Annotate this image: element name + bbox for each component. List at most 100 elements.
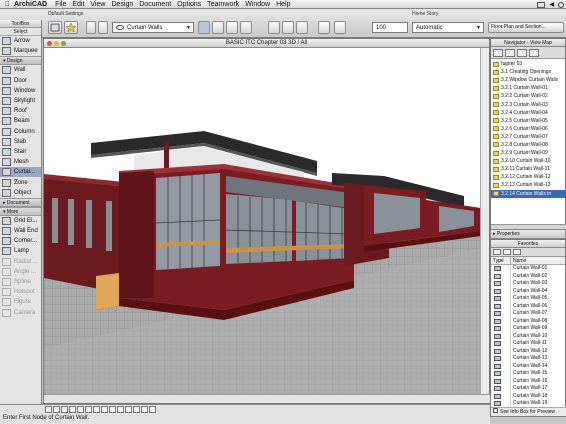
favorite-item[interactable]: Curtain Wall-07 (511, 310, 565, 318)
tool-camera[interactable]: Camera (0, 308, 41, 318)
next-tool-button[interactable] (98, 21, 108, 34)
menu-options[interactable]: Options (177, 1, 207, 8)
favorite-item[interactable]: Curtain Wall-06 (511, 303, 565, 311)
tool-spline[interactable]: Spline (0, 277, 41, 287)
menu-file[interactable]: File (55, 1, 72, 8)
favorite-item[interactable]: Curtain Wall-16 (511, 378, 565, 386)
settings-dialog-button[interactable] (48, 21, 62, 34)
geometry-method-button[interactable] (198, 21, 210, 34)
menu-teamwork[interactable]: Teamwork (207, 1, 245, 8)
project-map-icon[interactable] (493, 49, 503, 57)
tool-selector[interactable]: Curtain Walls ▼ (112, 22, 194, 33)
3d-model-view[interactable] (44, 48, 481, 395)
name-column-header[interactable]: Name (511, 257, 526, 264)
horizontal-scrollbar[interactable] (44, 394, 491, 403)
navigator-item[interactable]: 3.2.9 Curtain Wall-09 (491, 149, 566, 157)
publisher-icon[interactable] (529, 49, 539, 57)
tool-object[interactable]: Object (0, 188, 41, 198)
favorite-item[interactable]: Curtain Wall-09 (511, 325, 565, 333)
quick-option-button[interactable] (93, 406, 100, 413)
properties-header[interactable]: ▸ Properties (490, 229, 566, 239)
navigator-item[interactable]: 3.2.1 Curtain Wall-01 (491, 84, 566, 92)
zoom-field[interactable]: 100 (372, 22, 408, 33)
floorplan-section-button[interactable]: Floor Plan and Section... (488, 22, 564, 33)
menu-edit[interactable]: Edit (72, 1, 90, 8)
favorite-item[interactable]: Curtain Wall-10 (511, 333, 565, 341)
tool-slab[interactable]: Slab (0, 137, 41, 147)
scheme-button[interactable] (282, 21, 294, 34)
quick-option-button[interactable] (77, 406, 84, 413)
panel-button[interactable] (318, 21, 330, 34)
menu-design[interactable]: Design (111, 1, 139, 8)
vertical-scrollbar[interactable] (480, 48, 489, 395)
construction-method-button[interactable] (212, 21, 224, 34)
navigator-item[interactable]: 3.2.6 Curtain Wall-06 (491, 125, 566, 133)
spotlight-icon[interactable] (558, 1, 564, 8)
quick-option-button[interactable] (125, 406, 132, 413)
navigator-item[interactable]: 3.2 Window Curtain Walls (491, 76, 566, 84)
tool-stair[interactable]: Stair (0, 147, 41, 157)
tool-grid-el[interactable]: Grid El... (0, 216, 41, 226)
favorite-item[interactable]: Curtain Wall-01 (511, 265, 565, 273)
navigator-item[interactable]: 3.2.7 Curtain Wall-07 (491, 133, 566, 141)
placement-button[interactable] (240, 21, 252, 34)
navigator-item[interactable]: 3.2.13 Curtain Wall-13 (491, 181, 566, 189)
navigator-item[interactable]: 3.2.2 Curtain Wall-02 (491, 92, 566, 100)
reference-line-button[interactable] (226, 21, 238, 34)
tool-arrow[interactable]: Arrow (0, 36, 41, 46)
layout-book-icon[interactable] (517, 49, 527, 57)
navigator-item[interactable]: 3.2.4 Curtain Wall-04 (491, 109, 566, 117)
tool-column[interactable]: Column (0, 127, 41, 137)
tool-figure[interactable]: Figure (0, 297, 41, 307)
tool-lamp[interactable]: Lamp (0, 246, 41, 256)
favorites-button[interactable] (64, 21, 78, 34)
angle-tool-button[interactable] (268, 21, 280, 34)
quick-option-button[interactable] (149, 406, 156, 413)
menu-help[interactable]: Help (276, 1, 296, 8)
speaker-icon[interactable]: ◀ (549, 1, 554, 8)
navigator-item[interactable]: 3.2.8 Curtain Wall-08 (491, 141, 566, 149)
tool-door[interactable]: Door (0, 76, 41, 86)
new-favorite-icon[interactable] (493, 249, 501, 255)
tool-mesh[interactable]: Mesh (0, 157, 41, 167)
navigator-item[interactable]: 3.2.5 Curtain Wall-05 (491, 117, 566, 125)
quick-option-button[interactable] (101, 406, 108, 413)
design-section-header[interactable]: ▾ Design (0, 56, 41, 66)
favorite-item[interactable]: Curtain Wall-05 (511, 295, 565, 303)
story-selector[interactable]: Automatic ▼ (412, 22, 484, 33)
boundary-button[interactable] (334, 21, 346, 34)
frame-button[interactable] (296, 21, 308, 34)
navigator-item[interactable]: 3.2.11 Curtain Wall-11 (491, 165, 566, 173)
view-map-icon[interactable] (505, 49, 515, 57)
quick-option-button[interactable] (85, 406, 92, 413)
tool-marquee[interactable]: Marquee (0, 46, 41, 56)
document-section-header[interactable]: ▸ Document (0, 197, 41, 207)
tool-radial[interactable]: Radial ... (0, 257, 41, 267)
favorite-item[interactable]: Curtain Wall-08 (511, 318, 565, 326)
type-column-header[interactable]: Type (491, 257, 511, 264)
prev-tool-button[interactable] (86, 21, 96, 34)
tool-skylight[interactable]: Skylight (0, 96, 41, 106)
tool-wall-end[interactable]: Wall End (0, 226, 41, 236)
navigator-item[interactable]: hapter 03 (491, 60, 566, 68)
navigator-item[interactable]: 3.1 Creating Openings (491, 68, 566, 76)
tool-window[interactable]: Window (0, 86, 41, 96)
tool-beam[interactable]: Beam (0, 116, 41, 126)
delete-favorite-icon[interactable] (513, 249, 521, 255)
navigator-item[interactable]: 3.2.10 Curtain Wall-10 (491, 157, 566, 165)
zoom-icon[interactable] (61, 41, 66, 46)
favorite-item[interactable]: Curtain Wall-12 (511, 348, 565, 356)
tool-wall[interactable]: Wall (0, 65, 41, 75)
menu-view[interactable]: View (90, 1, 111, 8)
quick-option-button[interactable] (53, 406, 60, 413)
favorite-item[interactable]: Curtain Wall-11 (511, 340, 565, 348)
menu-document[interactable]: Document (139, 1, 177, 8)
tool-angle[interactable]: Angle ... (0, 267, 41, 277)
app-menu[interactable]: ArchiCAD (14, 1, 55, 8)
favorite-item[interactable]: Curtain Wall-03 (511, 280, 565, 288)
quick-option-button[interactable] (117, 406, 124, 413)
tool-zone[interactable]: Zone (0, 177, 41, 187)
minimize-icon[interactable] (54, 41, 59, 46)
navigator-item[interactable]: 3.2.14 Curtain Walls in (491, 189, 566, 198)
quick-option-button[interactable] (109, 406, 116, 413)
